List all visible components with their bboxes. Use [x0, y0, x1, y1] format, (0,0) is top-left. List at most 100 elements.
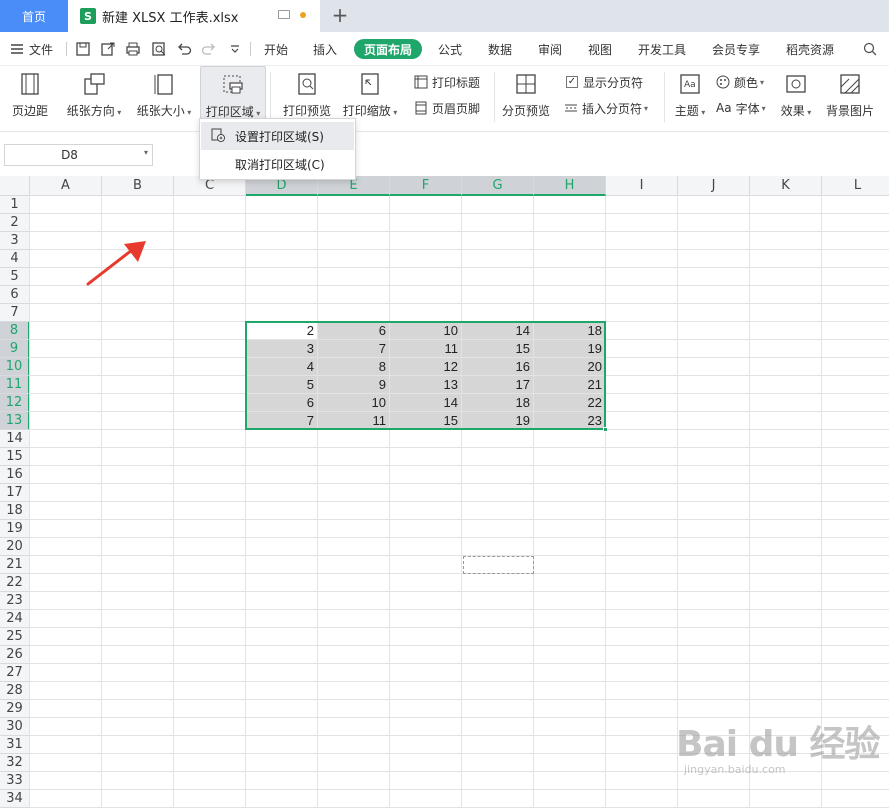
colors-button[interactable]: 颜色 ▾: [716, 72, 764, 92]
print-preview-button[interactable]: 打印预览: [278, 66, 336, 126]
row-header-18[interactable]: 18: [0, 502, 30, 520]
row-header-22[interactable]: 22: [0, 574, 30, 592]
tab-docer[interactable]: 稻壳资源: [784, 39, 836, 59]
gridline: [30, 681, 889, 682]
row-header-27[interactable]: 27: [0, 664, 30, 682]
effects-button[interactable]: 效果 ▾: [776, 66, 816, 126]
row-header-15[interactable]: 15: [0, 448, 30, 466]
header-footer-icon: [415, 101, 427, 115]
tab-review[interactable]: 审阅: [536, 39, 564, 59]
row-header-16[interactable]: 16: [0, 466, 30, 484]
new-tab-button[interactable]: +: [330, 3, 350, 27]
row-header-21[interactable]: 21: [0, 556, 30, 574]
fonts-button[interactable]: Aa 字体 ▾: [716, 98, 766, 118]
tab-insert[interactable]: 插入: [311, 39, 339, 59]
insert-page-break-button[interactable]: 插入分页符 ▾: [564, 98, 648, 118]
gridline: [30, 465, 889, 466]
row-header-25[interactable]: 25: [0, 628, 30, 646]
select-all-corner[interactable]: [0, 176, 30, 196]
print-preview-icon[interactable]: [151, 41, 167, 57]
search-icon[interactable]: [862, 41, 878, 57]
gridline: [30, 267, 889, 268]
paper-size-button[interactable]: 纸张大小 ▾: [132, 66, 196, 126]
print-area-button[interactable]: 打印区域 ▾: [200, 66, 266, 126]
print-scale-button[interactable]: 打印缩放 ▾: [338, 66, 402, 126]
print-icon[interactable]: [125, 41, 141, 57]
name-box[interactable]: D8 ▾: [4, 144, 153, 166]
row-header-1[interactable]: 1: [0, 196, 30, 214]
theme-button[interactable]: Aa 主题 ▾: [670, 66, 710, 126]
export-icon[interactable]: [100, 41, 116, 57]
column-header-b[interactable]: B: [102, 176, 174, 196]
fill-handle[interactable]: [603, 427, 608, 432]
set-print-area-label: 设置打印区域(S): [235, 129, 324, 144]
row-header-20[interactable]: 20: [0, 538, 30, 556]
gridline: [30, 213, 889, 214]
document-tab[interactable]: S 新建 XLSX 工作表.xlsx: [68, 0, 320, 32]
home-tab[interactable]: 首页: [0, 0, 68, 32]
row-header-2[interactable]: 2: [0, 214, 30, 232]
column-header-l[interactable]: L: [822, 176, 889, 196]
orientation-button[interactable]: 纸张方向 ▾: [62, 66, 126, 126]
row-header-6[interactable]: 6: [0, 286, 30, 304]
tab-formulas[interactable]: 公式: [436, 39, 464, 59]
tab-page-layout[interactable]: 页面布局: [354, 39, 423, 59]
redo-icon[interactable]: [201, 41, 217, 57]
row-header-10[interactable]: 10: [0, 358, 30, 376]
cancel-print-area-item[interactable]: 取消打印区域(C): [201, 150, 354, 178]
tab-developer[interactable]: 开发工具: [636, 39, 688, 59]
column-header-a[interactable]: A: [30, 176, 102, 196]
tab-start[interactable]: 开始: [262, 39, 290, 59]
row-header-30[interactable]: 30: [0, 718, 30, 736]
row-header-12[interactable]: 12: [0, 394, 30, 412]
set-print-area-item[interactable]: 设置打印区域(S): [201, 122, 354, 150]
monitor-icon[interactable]: [278, 10, 290, 19]
column-header-i[interactable]: I: [606, 176, 678, 196]
row-header-8[interactable]: 8: [0, 322, 30, 340]
header-footer-label: 页眉页脚: [432, 101, 481, 116]
row-header-19[interactable]: 19: [0, 520, 30, 538]
row-header-31[interactable]: 31: [0, 736, 30, 754]
row-header-28[interactable]: 28: [0, 682, 30, 700]
undo-icon[interactable]: [176, 41, 192, 57]
row-header-7[interactable]: 7: [0, 304, 30, 322]
paper-size-icon: [154, 74, 173, 95]
column-header-f[interactable]: F: [390, 176, 462, 196]
file-menu-button[interactable]: 文件: [10, 32, 53, 66]
page-break-preview-button[interactable]: 分页预览: [500, 66, 552, 126]
row-header-33[interactable]: 33: [0, 772, 30, 790]
background-image-button[interactable]: 背景图片: [822, 66, 878, 126]
chevron-down-icon[interactable]: ▾: [144, 148, 148, 157]
column-header-k[interactable]: K: [750, 176, 822, 196]
row-header-13[interactable]: 13: [0, 412, 30, 430]
customize-arrow-icon[interactable]: [227, 41, 243, 57]
row-header-14[interactable]: 14: [0, 430, 30, 448]
row-header-11[interactable]: 11: [0, 376, 30, 394]
row-header-26[interactable]: 26: [0, 646, 30, 664]
row-header-17[interactable]: 17: [0, 484, 30, 502]
row-header-23[interactable]: 23: [0, 592, 30, 610]
row-header-34[interactable]: 34: [0, 790, 30, 808]
tab-member[interactable]: 会员专享: [710, 39, 762, 59]
row-header-29[interactable]: 29: [0, 700, 30, 718]
column-header-g[interactable]: G: [462, 176, 534, 196]
row-header-32[interactable]: 32: [0, 754, 30, 772]
save-icon[interactable]: [75, 41, 91, 57]
page-break-marker: [463, 556, 534, 574]
row-header-5[interactable]: 5: [0, 268, 30, 286]
column-header-j[interactable]: J: [678, 176, 750, 196]
header-footer-button[interactable]: 页眉页脚: [414, 98, 480, 118]
show-page-breaks-checkbox[interactable]: ✓ 显示分页符: [566, 72, 643, 92]
row-header-3[interactable]: 3: [0, 232, 30, 250]
margins-button[interactable]: 页边距: [2, 66, 58, 126]
row-header-24[interactable]: 24: [0, 610, 30, 628]
theme-icon: Aa: [680, 74, 700, 94]
tab-view[interactable]: 视图: [586, 39, 614, 59]
sheet-file-icon: S: [80, 8, 96, 24]
column-header-h[interactable]: H: [534, 176, 606, 196]
row-header-4[interactable]: 4: [0, 250, 30, 268]
print-preview-label: 打印预览: [282, 104, 331, 118]
print-titles-button[interactable]: 打印标题: [414, 72, 480, 92]
tab-data[interactable]: 数据: [486, 39, 514, 59]
row-header-9[interactable]: 9: [0, 340, 30, 358]
